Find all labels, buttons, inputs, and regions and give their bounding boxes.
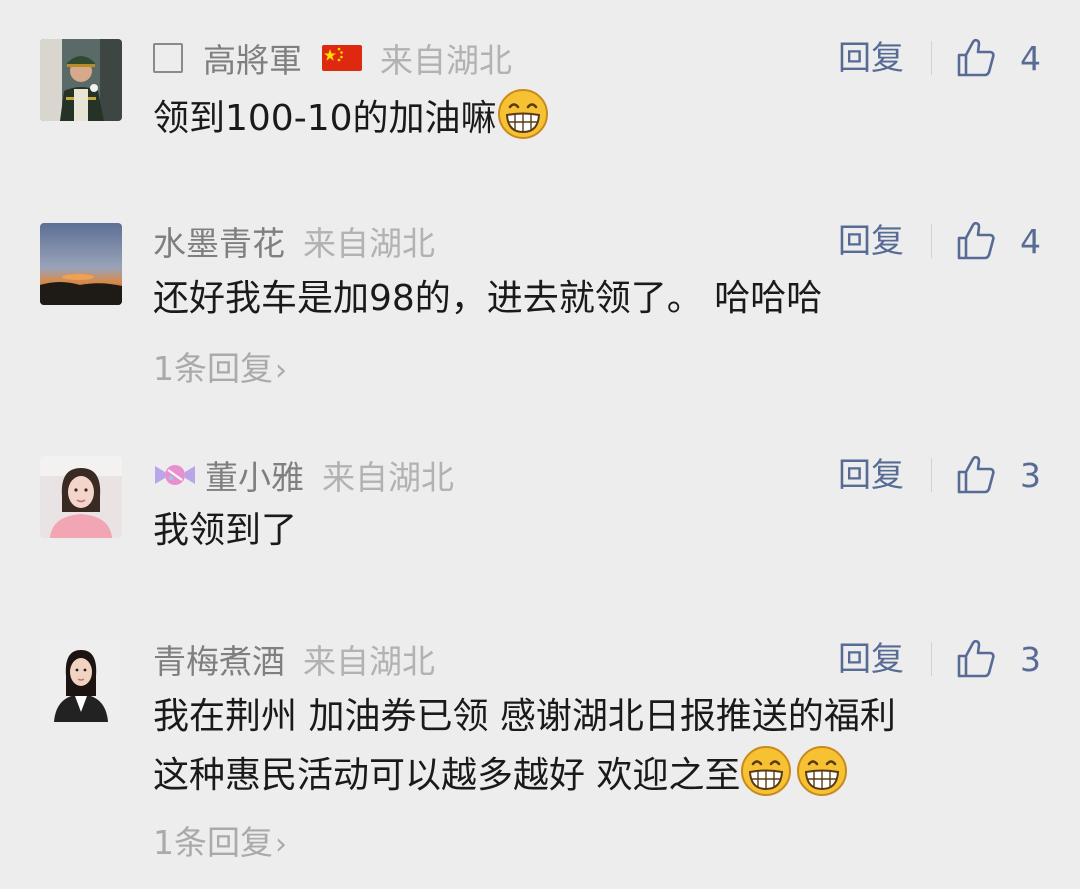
- comment-text: 还好我车是加98的，进去就领了。 哈哈哈: [153, 271, 822, 327]
- like-count: 3: [1020, 639, 1041, 679]
- soldier-avatar-icon: [40, 39, 122, 121]
- username[interactable]: 董小雅: [205, 451, 304, 499]
- like-button[interactable]: 4: [956, 219, 1041, 263]
- candy-icon: [155, 465, 195, 485]
- chevron-right-icon: ›: [275, 827, 287, 862]
- reply-button[interactable]: 回复: [838, 453, 904, 497]
- replies-count: 1条回复: [153, 349, 273, 388]
- grin-emoji-icon: [497, 88, 549, 140]
- divider: [931, 41, 932, 75]
- avatar[interactable]: [40, 39, 122, 121]
- thumbs-up-icon: [956, 455, 996, 495]
- username[interactable]: 高將軍: [203, 34, 302, 82]
- sunset-avatar-icon: [40, 223, 122, 305]
- username[interactable]: 水墨青花: [153, 217, 285, 265]
- chevron-right-icon: ›: [275, 353, 287, 388]
- thumbs-up-icon: [956, 221, 996, 261]
- grin-emoji-icon: [740, 745, 792, 797]
- comment-actions: 回复 3: [820, 637, 1080, 681]
- comment-text-line: 我在荆州 加油券已领 感谢湖北日报推送的福利: [153, 696, 896, 737]
- comment-text: 领到100-10的加油嘛: [153, 88, 549, 147]
- comment-text-body: 我领到了: [153, 510, 298, 551]
- view-replies-link[interactable]: 1条回复›: [153, 821, 287, 865]
- region-label: 来自湖北: [322, 458, 454, 497]
- comment-header: 高將軍 来自湖北: [153, 36, 512, 80]
- divider: [931, 642, 932, 676]
- divider: [931, 458, 932, 492]
- comment-text-body: 这种惠民活动可以越多越好 欢迎之至: [153, 755, 741, 796]
- comment-header: 青梅煮酒 来自湖北: [153, 637, 435, 681]
- comment-actions: 回复 3: [820, 453, 1080, 497]
- woman-avatar-icon: [40, 640, 122, 722]
- comment-text: 我领到了: [153, 503, 297, 559]
- like-count: 3: [1020, 455, 1041, 495]
- comment-text: 我在荆州 加油券已领 感谢湖北日报推送的福利 这种惠民活动可以越多越好 欢迎之至: [153, 689, 896, 804]
- like-count: 4: [1020, 221, 1041, 261]
- reply-button[interactable]: 回复: [838, 637, 904, 681]
- comment-actions: 回复 4: [820, 36, 1080, 80]
- grin-emoji-icon: [796, 745, 848, 797]
- like-button[interactable]: 3: [956, 453, 1041, 497]
- like-button[interactable]: 3: [956, 637, 1041, 681]
- region-label: 来自湖北: [303, 224, 435, 263]
- comment-header: 水墨青花 来自湖北: [153, 219, 435, 263]
- avatar[interactable]: [40, 640, 122, 722]
- china-flag-icon: [322, 45, 362, 71]
- square-icon: [153, 43, 183, 73]
- region-label: 来自湖北: [380, 41, 512, 80]
- replies-count: 1条回复: [153, 823, 273, 862]
- like-button[interactable]: 4: [956, 36, 1041, 80]
- username[interactable]: 青梅煮酒: [153, 635, 285, 683]
- comment-text-body: 还好我车是加98的，进去就领了。 哈哈哈: [153, 278, 823, 319]
- like-count: 4: [1020, 38, 1041, 78]
- comment-actions: 回复 4: [820, 219, 1080, 263]
- comment-text-body: 领到100-10的加油嘛: [153, 98, 497, 139]
- comment-text-line-2: 这种惠民活动可以越多越好 欢迎之至: [153, 745, 896, 804]
- avatar[interactable]: [40, 223, 122, 305]
- girl-avatar-icon: [40, 456, 122, 538]
- view-replies-link[interactable]: 1条回复›: [153, 347, 287, 391]
- avatar[interactable]: [40, 456, 122, 538]
- comment-header: 董小雅 来自湖北: [153, 453, 454, 497]
- thumbs-up-icon: [956, 38, 996, 78]
- reply-button[interactable]: 回复: [838, 36, 904, 80]
- region-label: 来自湖北: [303, 642, 435, 681]
- reply-button[interactable]: 回复: [838, 219, 904, 263]
- divider: [931, 224, 932, 258]
- thumbs-up-icon: [956, 639, 996, 679]
